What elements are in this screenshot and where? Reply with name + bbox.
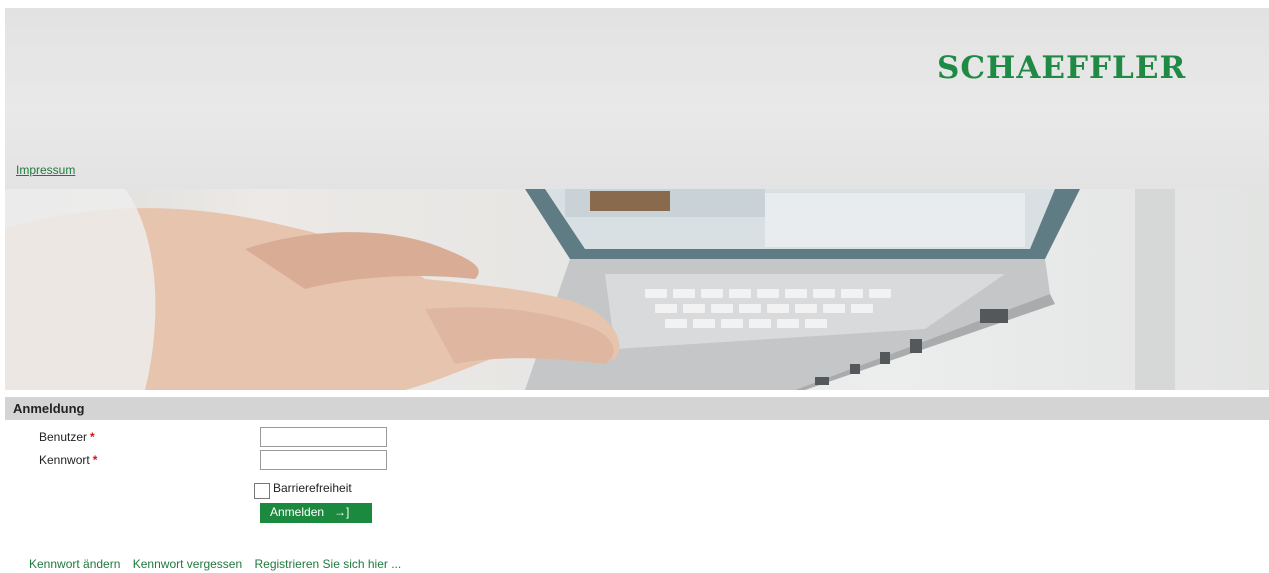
password-input[interactable]	[260, 450, 387, 470]
footer-links: Kennwort ändern Kennwort vergessen Regis…	[29, 557, 410, 571]
required-asterisk: *	[90, 430, 95, 444]
login-button[interactable]: Anmelden →]	[260, 503, 372, 523]
hero-image	[5, 189, 1269, 390]
login-button-label: Anmelden	[270, 505, 325, 519]
laptop-typing-illustration	[5, 189, 1175, 390]
impressum-link[interactable]: Impressum	[16, 163, 75, 177]
user-input[interactable]	[260, 427, 387, 447]
header-banner: SCHAEFFLER Impressum	[5, 8, 1269, 189]
forgot-password-link[interactable]: Kennwort vergessen	[133, 557, 242, 571]
login-arrow-icon: →]	[334, 505, 350, 519]
schaeffler-logo: SCHAEFFLER	[937, 50, 1187, 86]
password-label-row: Kennwort *	[39, 453, 97, 467]
login-section-title: Anmeldung	[13, 401, 85, 416]
user-label: Benutzer	[39, 430, 88, 444]
accessibility-checkbox[interactable]	[254, 483, 270, 499]
change-password-link[interactable]: Kennwort ändern	[29, 557, 120, 571]
user-label-row: Benutzer *	[39, 430, 95, 444]
register-link[interactable]: Registrieren Sie sich hier ...	[255, 557, 402, 571]
password-label: Kennwort	[39, 453, 90, 467]
required-asterisk: *	[92, 453, 98, 467]
login-section-header: Anmeldung	[5, 397, 1269, 420]
accessibility-label: Barrierefreiheit	[273, 481, 352, 495]
